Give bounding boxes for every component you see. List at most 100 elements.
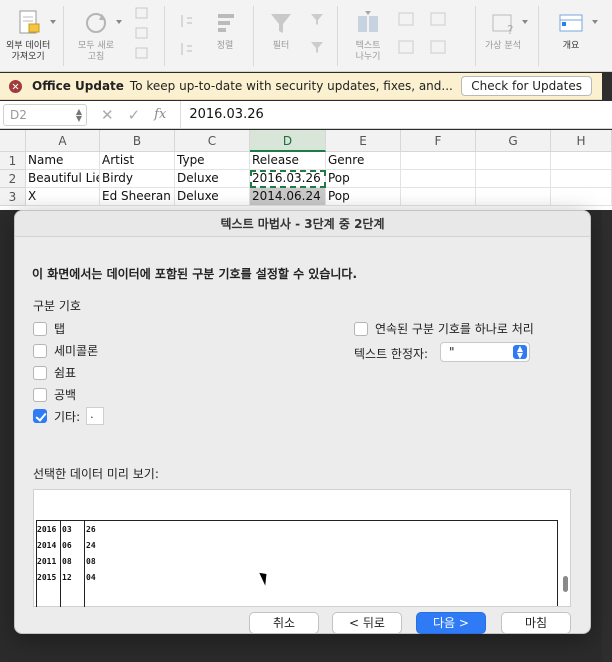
other-checkbox-row[interactable]: 기타: . [33, 407, 105, 425]
formula-input[interactable]: 2016.03.26 [180, 100, 264, 129]
text-import-wizard-dialog: 텍스트 마법사 - 3단계 중 2단계 이 화면에서는 데이터에 포함된 구분 … [14, 210, 591, 634]
cell[interactable] [401, 170, 476, 188]
chevron-down-icon[interactable] [50, 20, 56, 24]
consolidate-icon[interactable] [430, 40, 446, 54]
text-qualifier-label: 텍스트 한정자: [354, 347, 429, 361]
cell[interactable]: X [26, 188, 100, 206]
cell[interactable]: 2014.06.24 [250, 188, 326, 206]
cell[interactable]: Genre [326, 152, 401, 170]
tab-checkbox[interactable] [33, 321, 47, 336]
column-header[interactable]: C [175, 130, 250, 152]
column-header[interactable]: D [250, 130, 326, 152]
semicolon-checkbox[interactable] [33, 343, 47, 358]
sort-button[interactable]: 정렬 [210, 0, 240, 52]
selected-cell[interactable]: 2016.03.26 [250, 170, 326, 188]
connections-icon[interactable] [134, 6, 150, 20]
reapply-filter-icon[interactable] [310, 40, 326, 54]
cell[interactable] [551, 152, 612, 170]
cell[interactable]: Deluxe [175, 188, 250, 206]
cell[interactable]: Artist [100, 152, 175, 170]
space-checkbox-row[interactable]: 공백 [33, 386, 76, 403]
preview-cell: 08 [62, 557, 72, 566]
column-header[interactable]: E [326, 130, 401, 152]
cell[interactable] [401, 188, 476, 206]
cell[interactable] [551, 188, 612, 206]
other-label: 기타: [54, 409, 81, 424]
properties-icon[interactable] [134, 26, 150, 40]
row-header[interactable]: 3 [0, 188, 26, 206]
other-delimiter-input[interactable]: . [86, 407, 105, 425]
consecutive-checkbox-row[interactable]: 연속된 구분 기호를 하나로 처리 [354, 320, 534, 337]
chevron-down-icon[interactable] [592, 20, 598, 24]
cell[interactable]: Pop [326, 188, 401, 206]
cell[interactable]: Release [250, 152, 326, 170]
cell[interactable] [401, 152, 476, 170]
cancel-icon[interactable]: ✕ [101, 106, 114, 124]
chevron-updown-icon: ▲ ▼ [513, 345, 527, 360]
finish-button[interactable]: 마침 [501, 612, 571, 634]
select-all-corner[interactable] [0, 130, 26, 152]
preview-column-divider[interactable] [84, 521, 85, 607]
next-button[interactable]: 다음 > [416, 612, 486, 634]
row-header[interactable]: 1 [0, 152, 26, 170]
cell[interactable]: Birdy [100, 170, 175, 188]
space-checkbox[interactable] [33, 387, 47, 402]
other-checkbox[interactable] [33, 409, 47, 423]
get-external-data-button[interactable]: 외부 데이터 가져오기 [6, 0, 50, 63]
consecutive-checkbox[interactable] [354, 321, 368, 336]
chevron-down-icon[interactable] [116, 20, 122, 24]
column-header[interactable]: H [551, 130, 612, 152]
clear-filter-icon[interactable] [310, 12, 326, 26]
close-circle-icon[interactable] [9, 79, 22, 93]
comma-checkbox[interactable] [33, 365, 47, 380]
filter-label: 필터 [272, 41, 290, 51]
name-box[interactable]: D2 ▲ ▼ [3, 103, 87, 126]
comma-checkbox-row[interactable]: 쉼표 [33, 364, 76, 381]
text-to-columns-button[interactable]: 텍스트 나누기 [353, 0, 383, 63]
remove-duplicates-icon[interactable] [398, 40, 414, 54]
preview-scrollbar[interactable] [563, 576, 568, 592]
preview-cell: 03 [62, 525, 72, 534]
semicolon-checkbox-row[interactable]: 세미콜론 [33, 342, 98, 359]
cell[interactable] [476, 152, 551, 170]
cell[interactable] [476, 170, 551, 188]
flash-fill-icon[interactable] [398, 12, 414, 26]
cell[interactable] [551, 170, 612, 188]
row-header[interactable]: 2 [0, 170, 26, 188]
data-validation-icon[interactable] [430, 12, 446, 26]
column-header[interactable]: G [476, 130, 551, 152]
ribbon-separator [253, 6, 254, 66]
outline-button[interactable]: 개요 [556, 0, 586, 52]
document-icon [13, 8, 43, 38]
column-header[interactable]: F [401, 130, 476, 152]
text-qualifier-select[interactable]: " ▲ ▼ [440, 342, 530, 362]
insert-function-icon[interactable]: fx [154, 107, 166, 122]
checkmark-icon[interactable]: ✓ [128, 106, 141, 124]
cell[interactable]: Pop [326, 170, 401, 188]
what-if-analysis-button[interactable]: ? 가상 분석 [485, 0, 521, 52]
cell[interactable]: Type [175, 152, 250, 170]
tab-checkbox-row[interactable]: 탭 [33, 320, 65, 337]
column-header[interactable]: B [100, 130, 175, 152]
back-button[interactable]: < 뒤로 [332, 612, 402, 634]
cancel-button[interactable]: 취소 [249, 612, 319, 634]
refresh-all-button[interactable]: 모두 새로 고침 [78, 0, 114, 63]
office-update-bar: Office Update To keep up-to-date with se… [0, 73, 602, 100]
preview-column-divider[interactable] [60, 521, 61, 607]
get-external-data-label: 외부 데이터 가져오기 [6, 41, 51, 62]
cell[interactable] [476, 188, 551, 206]
sort-ascending-icon[interactable] [178, 14, 194, 28]
cell[interactable]: Beautiful Lies [26, 170, 100, 188]
cell[interactable]: Ed Sheeran [100, 188, 175, 206]
data-preview[interactable]: 2016 03 26 2014 06 24 2011 08 08 2015 12… [33, 489, 571, 607]
cell[interactable]: Deluxe [175, 170, 250, 188]
cell[interactable]: Name [26, 152, 100, 170]
preview-cell: 04 [86, 573, 96, 582]
chevron-down-icon[interactable] [522, 20, 528, 24]
column-header[interactable]: A [26, 130, 100, 152]
edit-links-icon[interactable] [134, 46, 150, 60]
filter-button[interactable]: 필터 [266, 0, 296, 52]
sort-descending-icon[interactable] [178, 42, 194, 56]
stepper-icon[interactable]: ▲ ▼ [76, 107, 82, 122]
check-for-updates-button[interactable]: Check for Updates [461, 76, 592, 96]
